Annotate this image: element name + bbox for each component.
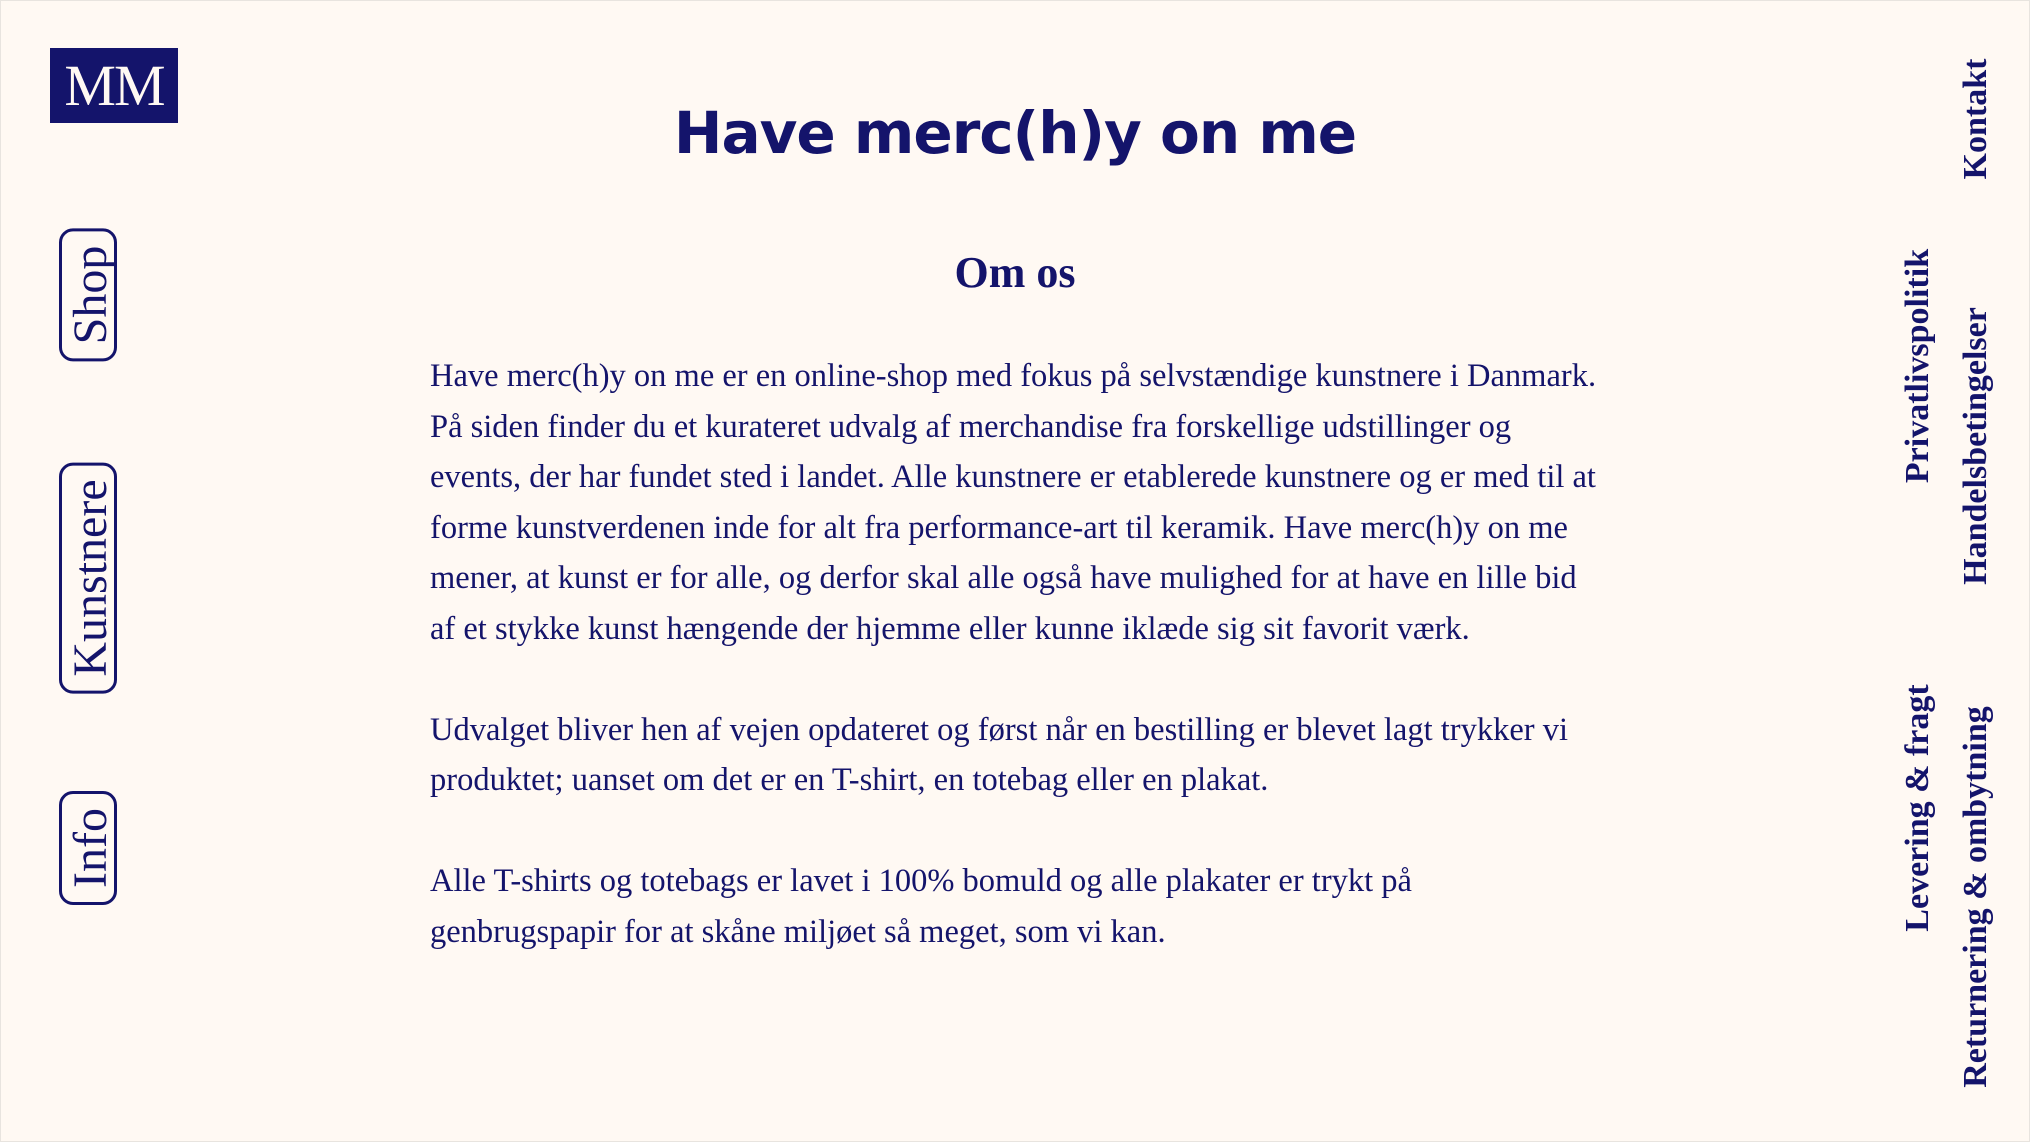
footer-link-terms[interactable]: Handelsbetingelser [1956,307,1996,585]
about-paragraph: Have merc(h)y on me er en online-shop me… [430,358,1597,647]
about-paragraph: Udvalget bliver hen af vejen opdateret o… [430,711,1569,799]
footer-link-privacy[interactable]: Privatlivspolitik [1898,249,1938,483]
nav-artists-button[interactable]: Kunstnere [59,462,117,694]
about-paragraph: Alle T-shirts og totebags er lavet i 100… [430,863,1412,950]
nav-info-button[interactable]: Info [59,791,117,905]
site-title: Have merc(h)y on me [673,99,1357,167]
page: MM Shop Kunstnere Info Have merc(h)y on … [0,0,2030,1142]
about-heading: Om os [954,248,1076,297]
footer-link-returns[interactable]: Returnering & ombytning [1956,706,1996,1088]
footer-link-contact[interactable]: Kontakt [1956,59,1996,180]
footer-link-shipping[interactable]: Levering & fragt [1898,684,1938,931]
about-content: Have merc(h)y on me er en online-shop me… [430,351,1600,1008]
